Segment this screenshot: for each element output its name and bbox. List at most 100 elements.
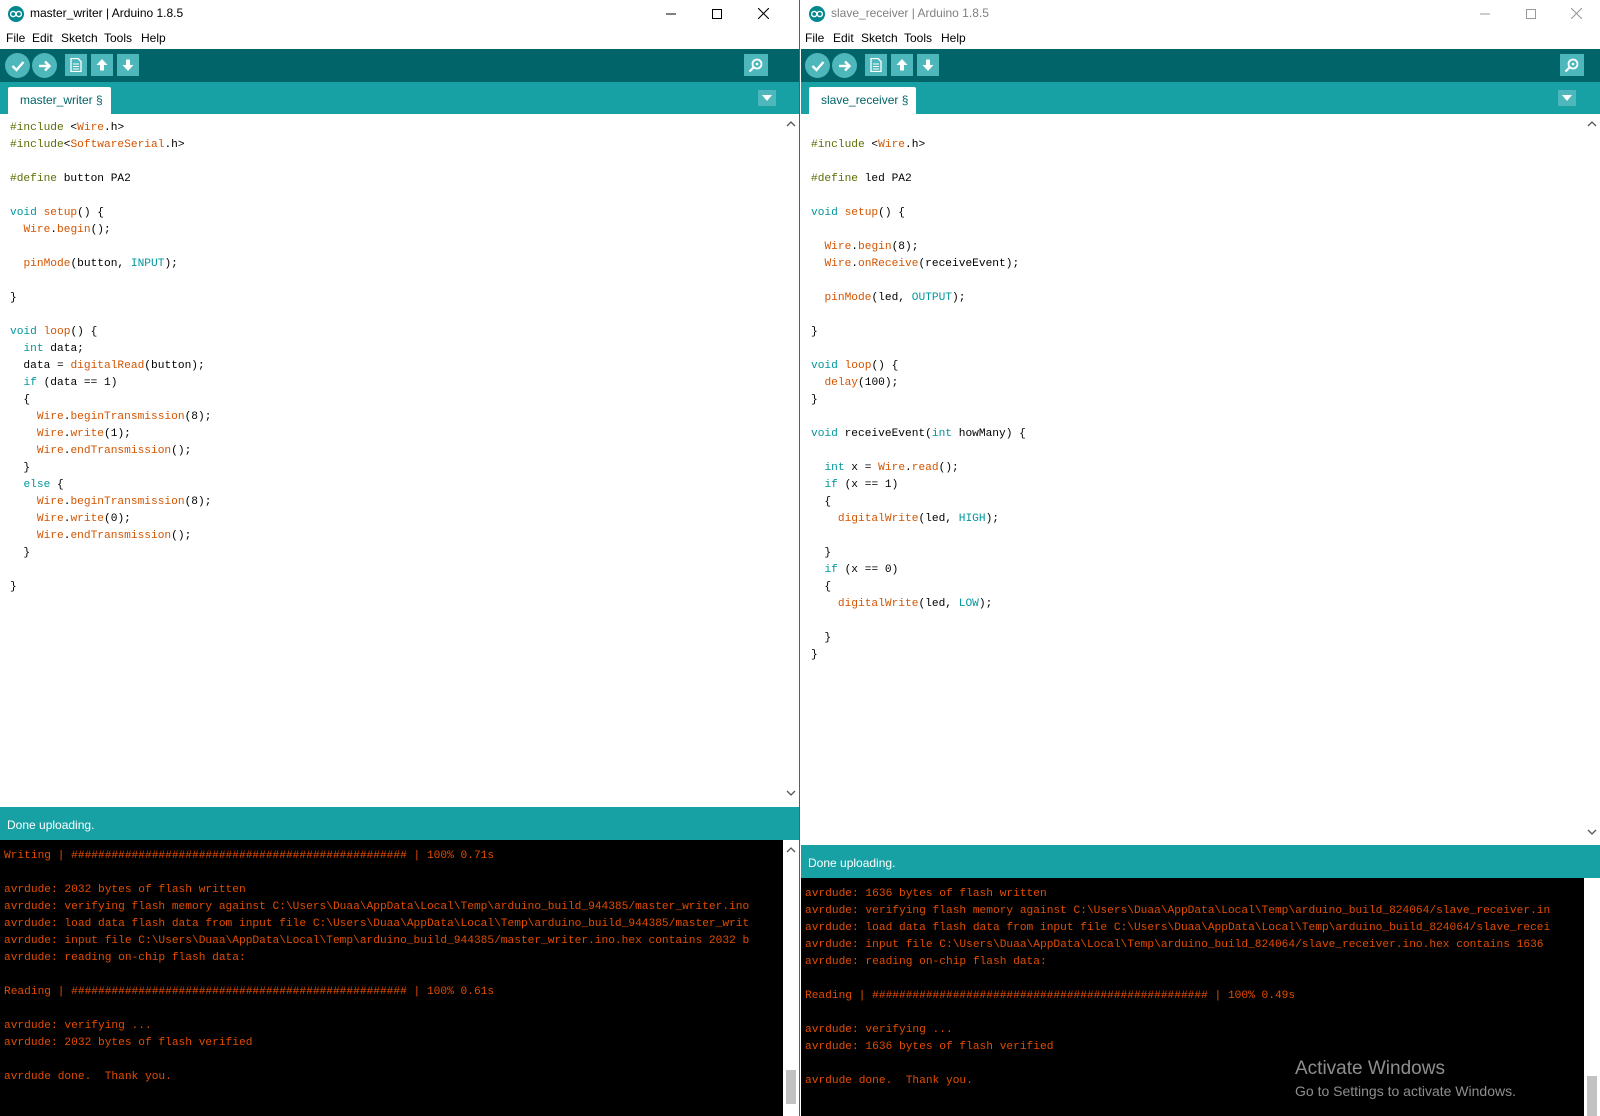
code-line[interactable]: #include<SoftwareSerial.h> bbox=[10, 137, 211, 154]
code-line[interactable] bbox=[811, 273, 1026, 290]
menu-file[interactable]: File bbox=[805, 31, 824, 45]
open-button[interactable] bbox=[91, 54, 113, 76]
code-line[interactable]: pinMode(button, INPUT); bbox=[10, 256, 211, 273]
console-scrollbar[interactable] bbox=[783, 840, 799, 1116]
tab-master-writer[interactable]: master_writer § bbox=[8, 87, 111, 114]
tab-slave-receiver[interactable]: slave_receiver § bbox=[809, 87, 917, 114]
minimize-button[interactable] bbox=[1462, 0, 1508, 27]
close-button[interactable] bbox=[1553, 0, 1599, 27]
code-line[interactable] bbox=[10, 307, 211, 324]
code-line[interactable] bbox=[811, 154, 1026, 171]
code-line[interactable]: Wire.endTransmission(); bbox=[10, 443, 211, 460]
verify-button[interactable] bbox=[805, 53, 830, 78]
tab-menu-button[interactable] bbox=[758, 90, 776, 106]
code-line[interactable]: delay(100); bbox=[811, 375, 1026, 392]
code-line[interactable] bbox=[10, 562, 211, 579]
code-line[interactable] bbox=[811, 613, 1026, 630]
save-button[interactable] bbox=[917, 54, 939, 76]
code-line[interactable]: int x = Wire.read(); bbox=[811, 460, 1026, 477]
menu-help[interactable]: Help bbox=[941, 31, 966, 45]
minimize-button[interactable] bbox=[648, 0, 694, 27]
code-editor[interactable]: #include <Wire.h> #include<SoftwareSerial… bbox=[0, 114, 783, 803]
new-button[interactable] bbox=[65, 54, 87, 76]
code-line[interactable]: pinMode(led, OUTPUT); bbox=[811, 290, 1026, 307]
scroll-up-icon[interactable] bbox=[786, 119, 796, 129]
code-line[interactable] bbox=[811, 409, 1026, 426]
code-line[interactable] bbox=[811, 222, 1026, 239]
code-line[interactable]: Wire.endTransmission(); bbox=[10, 528, 211, 545]
code-line[interactable] bbox=[10, 154, 211, 171]
code-line[interactable]: #define button PA2 bbox=[10, 171, 211, 188]
code-line[interactable]: void receiveEvent(int howMany) { bbox=[811, 426, 1026, 443]
menu-help[interactable]: Help bbox=[141, 31, 166, 45]
code-line[interactable]: } bbox=[811, 647, 1026, 664]
code-line[interactable]: { bbox=[10, 392, 211, 409]
code-line[interactable]: void loop() { bbox=[811, 358, 1026, 375]
code-line[interactable]: data = digitalRead(button); bbox=[10, 358, 211, 375]
scroll-up-icon[interactable] bbox=[1587, 119, 1597, 129]
code-line[interactable]: } bbox=[10, 460, 211, 477]
serial-monitor-button[interactable] bbox=[1560, 54, 1584, 76]
close-button[interactable] bbox=[740, 0, 786, 27]
code-line[interactable]: } bbox=[10, 579, 211, 596]
code-line[interactable]: #include <Wire.h> bbox=[10, 120, 211, 137]
scroll-down-icon[interactable] bbox=[1587, 827, 1597, 837]
upload-button[interactable] bbox=[832, 53, 857, 78]
new-button[interactable] bbox=[865, 54, 887, 76]
code-line[interactable] bbox=[10, 239, 211, 256]
serial-monitor-button[interactable] bbox=[744, 54, 768, 76]
verify-button[interactable] bbox=[5, 53, 30, 78]
menu-sketch[interactable]: Sketch bbox=[861, 31, 898, 45]
code-line[interactable]: if (x == 0) bbox=[811, 562, 1026, 579]
scroll-up-icon[interactable] bbox=[786, 845, 796, 855]
code-line[interactable]: } bbox=[10, 290, 211, 307]
code-line[interactable]: int data; bbox=[10, 341, 211, 358]
tab-menu-button[interactable] bbox=[1558, 90, 1576, 106]
code-line[interactable]: #include <Wire.h> bbox=[811, 137, 1026, 154]
code-line[interactable]: digitalWrite(led, HIGH); bbox=[811, 511, 1026, 528]
console-output[interactable]: Writing | ##############################… bbox=[0, 840, 783, 1116]
code-line[interactable]: if (x == 1) bbox=[811, 477, 1026, 494]
editor-scrollbar[interactable] bbox=[1584, 114, 1600, 842]
scroll-thumb[interactable] bbox=[786, 1070, 796, 1104]
code-text[interactable]: #include <Wire.h> #define led PA2 void s… bbox=[811, 120, 1026, 665]
code-line[interactable] bbox=[811, 341, 1026, 358]
scroll-down-icon[interactable] bbox=[786, 788, 796, 798]
menu-tools[interactable]: Tools bbox=[904, 31, 932, 45]
menu-edit[interactable]: Edit bbox=[32, 31, 53, 45]
menu-tools[interactable]: Tools bbox=[104, 31, 132, 45]
code-line[interactable] bbox=[811, 307, 1026, 324]
editor-scrollbar[interactable] bbox=[783, 114, 799, 803]
code-line[interactable] bbox=[10, 188, 211, 205]
code-line[interactable] bbox=[811, 443, 1026, 460]
code-line[interactable]: } bbox=[10, 545, 211, 562]
code-line[interactable]: { bbox=[811, 579, 1026, 596]
menu-edit[interactable]: Edit bbox=[833, 31, 854, 45]
code-line[interactable]: Wire.write(0); bbox=[10, 511, 211, 528]
code-line[interactable] bbox=[811, 528, 1026, 545]
code-line[interactable]: } bbox=[811, 545, 1026, 562]
code-line[interactable]: void setup() { bbox=[811, 205, 1026, 222]
scroll-thumb[interactable] bbox=[1587, 1076, 1597, 1116]
code-line[interactable]: Wire.beginTransmission(8); bbox=[10, 494, 212, 511]
maximize-button[interactable] bbox=[694, 0, 740, 27]
code-line[interactable]: Wire.beginTransmission(8); bbox=[10, 409, 212, 426]
console-scrollbar[interactable] bbox=[1584, 878, 1600, 1116]
title-bar[interactable]: slave_receiver | Arduino 1.8.5 bbox=[801, 0, 1600, 27]
code-editor[interactable]: #include <Wire.h> #define led PA2 void s… bbox=[801, 114, 1584, 842]
code-line[interactable]: } bbox=[811, 324, 1026, 341]
code-line[interactable]: { bbox=[811, 494, 1026, 511]
upload-button[interactable] bbox=[32, 53, 57, 78]
code-line[interactable]: void loop() { bbox=[10, 324, 211, 341]
code-line[interactable]: void setup() { bbox=[10, 205, 211, 222]
code-line[interactable]: #define led PA2 bbox=[811, 171, 1026, 188]
code-line[interactable]: Wire.onReceive(receiveEvent); bbox=[811, 256, 1026, 273]
code-line[interactable]: } bbox=[811, 392, 1026, 409]
menu-file[interactable]: File bbox=[6, 31, 25, 45]
maximize-button[interactable] bbox=[1508, 0, 1554, 27]
save-button[interactable] bbox=[117, 54, 139, 76]
code-line[interactable]: if (data == 1) bbox=[10, 375, 211, 392]
open-button[interactable] bbox=[891, 54, 913, 76]
code-line[interactable]: Wire.write(1); bbox=[10, 426, 211, 443]
code-text[interactable]: #include <Wire.h> #include<SoftwareSerial… bbox=[10, 120, 211, 596]
